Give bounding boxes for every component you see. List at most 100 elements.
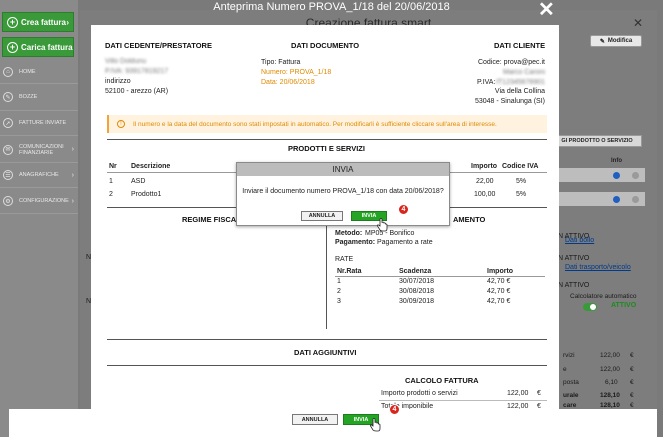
total-unit: €: [630, 366, 634, 373]
sidebar-item-configurazione[interactable]: ⚙ CONFIGURAZIONE ›: [0, 190, 78, 212]
sidebar-item-label: BOZZE: [19, 94, 38, 100]
total-value: 122,00: [600, 352, 620, 359]
column-descrizione: Descrizione: [131, 163, 171, 170]
total-value: 128,10: [600, 392, 620, 399]
status-label: N ATTIVO: [558, 255, 590, 262]
crea-fattura-button[interactable]: + Crea fattura ›: [2, 12, 74, 32]
carica-fattura-button[interactable]: + Carica fattura: [2, 37, 74, 57]
column-rata-importo: Importo: [487, 268, 514, 275]
metodo-value: MP05 - Bonifico: [365, 230, 415, 237]
rata-nr: 3: [337, 298, 341, 305]
step-badge: 4: [389, 404, 400, 415]
total-unit: €: [630, 392, 634, 399]
documento-tipo[interactable]: Tipo: Fattura: [261, 59, 300, 66]
chevron-right-icon: ›: [71, 197, 74, 205]
chevron-right-icon: ›: [71, 171, 74, 179]
pagamento-heading: AMENTO: [453, 215, 486, 224]
toggle-status: ATTIVO: [611, 302, 637, 309]
dialog-message: Inviare il documento numero PROVA_1/18 c…: [242, 188, 444, 195]
sidebar-item-label: COMUNICAZIONI FINANZIARIE: [19, 144, 64, 156]
dialog-title: INVIA: [237, 163, 449, 176]
dialog-annulla-button[interactable]: ANNULLA: [301, 211, 343, 221]
cedente-heading: DATI CEDENTE/PRESTATORE: [105, 41, 212, 50]
cliente-piva-value: IT12345678901: [495, 79, 545, 86]
crea-fattura-label: Crea fattura: [21, 17, 66, 27]
dati-trasporto-link[interactable]: Dati trasporto/veicolo: [565, 264, 631, 271]
plus-icon: +: [7, 41, 18, 53]
aggiuntivi-heading: DATI AGGIUNTIVI: [294, 348, 357, 357]
calcolo-value: 122,00: [507, 390, 529, 397]
column-nr-rata: Nr.Rata: [337, 268, 362, 275]
close-icon[interactable]: ✕: [538, 0, 555, 22]
pencil-icon: ✎: [599, 38, 605, 45]
info-icon[interactable]: [613, 196, 620, 203]
rata-nr: 1: [337, 278, 341, 285]
rata-importo: 42,70 €: [487, 278, 511, 285]
cedente-city: 52100 - arezzo (AR): [105, 88, 169, 95]
sidebar-item-label: ANAGRAFICHE: [19, 172, 59, 178]
column-scadenza: Scadenza: [399, 268, 432, 275]
preview-title: Anteprima Numero PROVA_1/18 del 20/06/20…: [213, 1, 450, 13]
auto-number-notice: ! Il numero e la data del documento sono…: [107, 115, 547, 133]
calcolo-unit: €: [537, 390, 541, 397]
sidebar-item-anagrafiche[interactable]: ☰ ANAGRAFICHE ›: [0, 164, 78, 186]
modifica-label: Modifica: [607, 38, 633, 44]
confirm-dialog: INVIA Inviare il documento numero PROVA_…: [236, 162, 450, 226]
info-column-header: Info: [611, 158, 622, 164]
info-icon[interactable]: [613, 172, 620, 179]
settings-icon: ⚙: [3, 196, 13, 206]
cliente-address: Via della Collina: [494, 88, 545, 95]
documento-numero[interactable]: Numero: PROVA_1/18: [261, 69, 331, 76]
documento-data[interactable]: Data: 20/06/2018: [261, 79, 315, 86]
table-row-iva: 5%: [516, 178, 527, 185]
prodotti-heading: PRODOTTI E SERVIZI: [288, 144, 365, 153]
calcolo-heading: CALCOLO FATTURA: [405, 376, 479, 385]
total-label: rvizi: [563, 352, 575, 359]
table-row-desc: Prodotto1: [131, 191, 162, 198]
close-icon[interactable]: ✕: [633, 16, 643, 30]
cliente-piva-label: P.IVA:: [477, 79, 496, 86]
sidebar: + Crea fattura › + Carica fattura ⌂ HOME…: [0, 0, 78, 437]
gear-icon[interactable]: [632, 172, 639, 179]
chevron-right-icon: ›: [66, 17, 69, 27]
cliente-codice: Codice: prova@pec.it: [477, 59, 545, 66]
rata-nr: 2: [337, 288, 341, 295]
column-codice-iva: Codice IVA: [502, 163, 539, 170]
pagamento-label: Pagamento:: [335, 239, 376, 246]
modifica-button[interactable]: ✎ Modifica: [590, 35, 642, 47]
total-label: urale: [563, 392, 579, 399]
status-label: N ATTIVO: [558, 282, 590, 289]
sidebar-item-home[interactable]: ⌂ HOME: [0, 61, 78, 83]
table-row-nr: 2: [109, 191, 113, 198]
sidebar-item-fatture-inviate[interactable]: ➚ FATTURE INVIATE: [0, 112, 78, 134]
sidebar-item-label: CONFIGURAZIONE: [19, 198, 69, 204]
calcolatore-toggle[interactable]: [583, 303, 597, 311]
total-label: e: [563, 366, 567, 373]
table-row-iva: 5%: [516, 191, 527, 198]
info-icon: !: [117, 120, 125, 128]
aggiungi-prodotto-button[interactable]: GI PRODOTTO O SERVIZIO: [552, 135, 642, 147]
total-unit: €: [630, 352, 634, 359]
table-row-desc: ASD: [131, 178, 146, 185]
rata-importo: 42,70 €: [487, 298, 511, 305]
sidebar-item-label: HOME: [19, 69, 36, 75]
dati-bollo-link[interactable]: Dati bollo: [565, 237, 594, 244]
carica-fattura-label: Carica fattura: [21, 42, 73, 52]
rata-scadenza: 30/09/2018: [399, 298, 435, 305]
plus-icon: +: [7, 16, 18, 28]
rate-label: RATE: [335, 256, 354, 263]
calcolo-label: Importo prodotti o servizi: [381, 390, 458, 397]
calcolatore-label: Calcolatore automatico: [570, 293, 637, 300]
cedente-indirizzo: indirizzo: [105, 78, 131, 85]
hand-cursor-icon: [369, 418, 381, 432]
chevron-right-icon: ›: [71, 146, 74, 153]
column-importo: Importo: [471, 163, 498, 170]
gear-icon[interactable]: [632, 196, 639, 203]
total-unit: €: [630, 379, 634, 386]
sidebar-item-bozze[interactable]: ✎ BOZZE: [0, 86, 78, 108]
sidebar-item-comunicazioni[interactable]: ✉ COMUNICAZIONI FINANZIARIE ›: [0, 138, 78, 162]
total-value: 128,10: [600, 402, 620, 409]
table-row-importo: 22,00: [476, 178, 494, 185]
total-value: 6,10: [605, 379, 618, 386]
annulla-button[interactable]: ANNULLA: [292, 414, 338, 425]
